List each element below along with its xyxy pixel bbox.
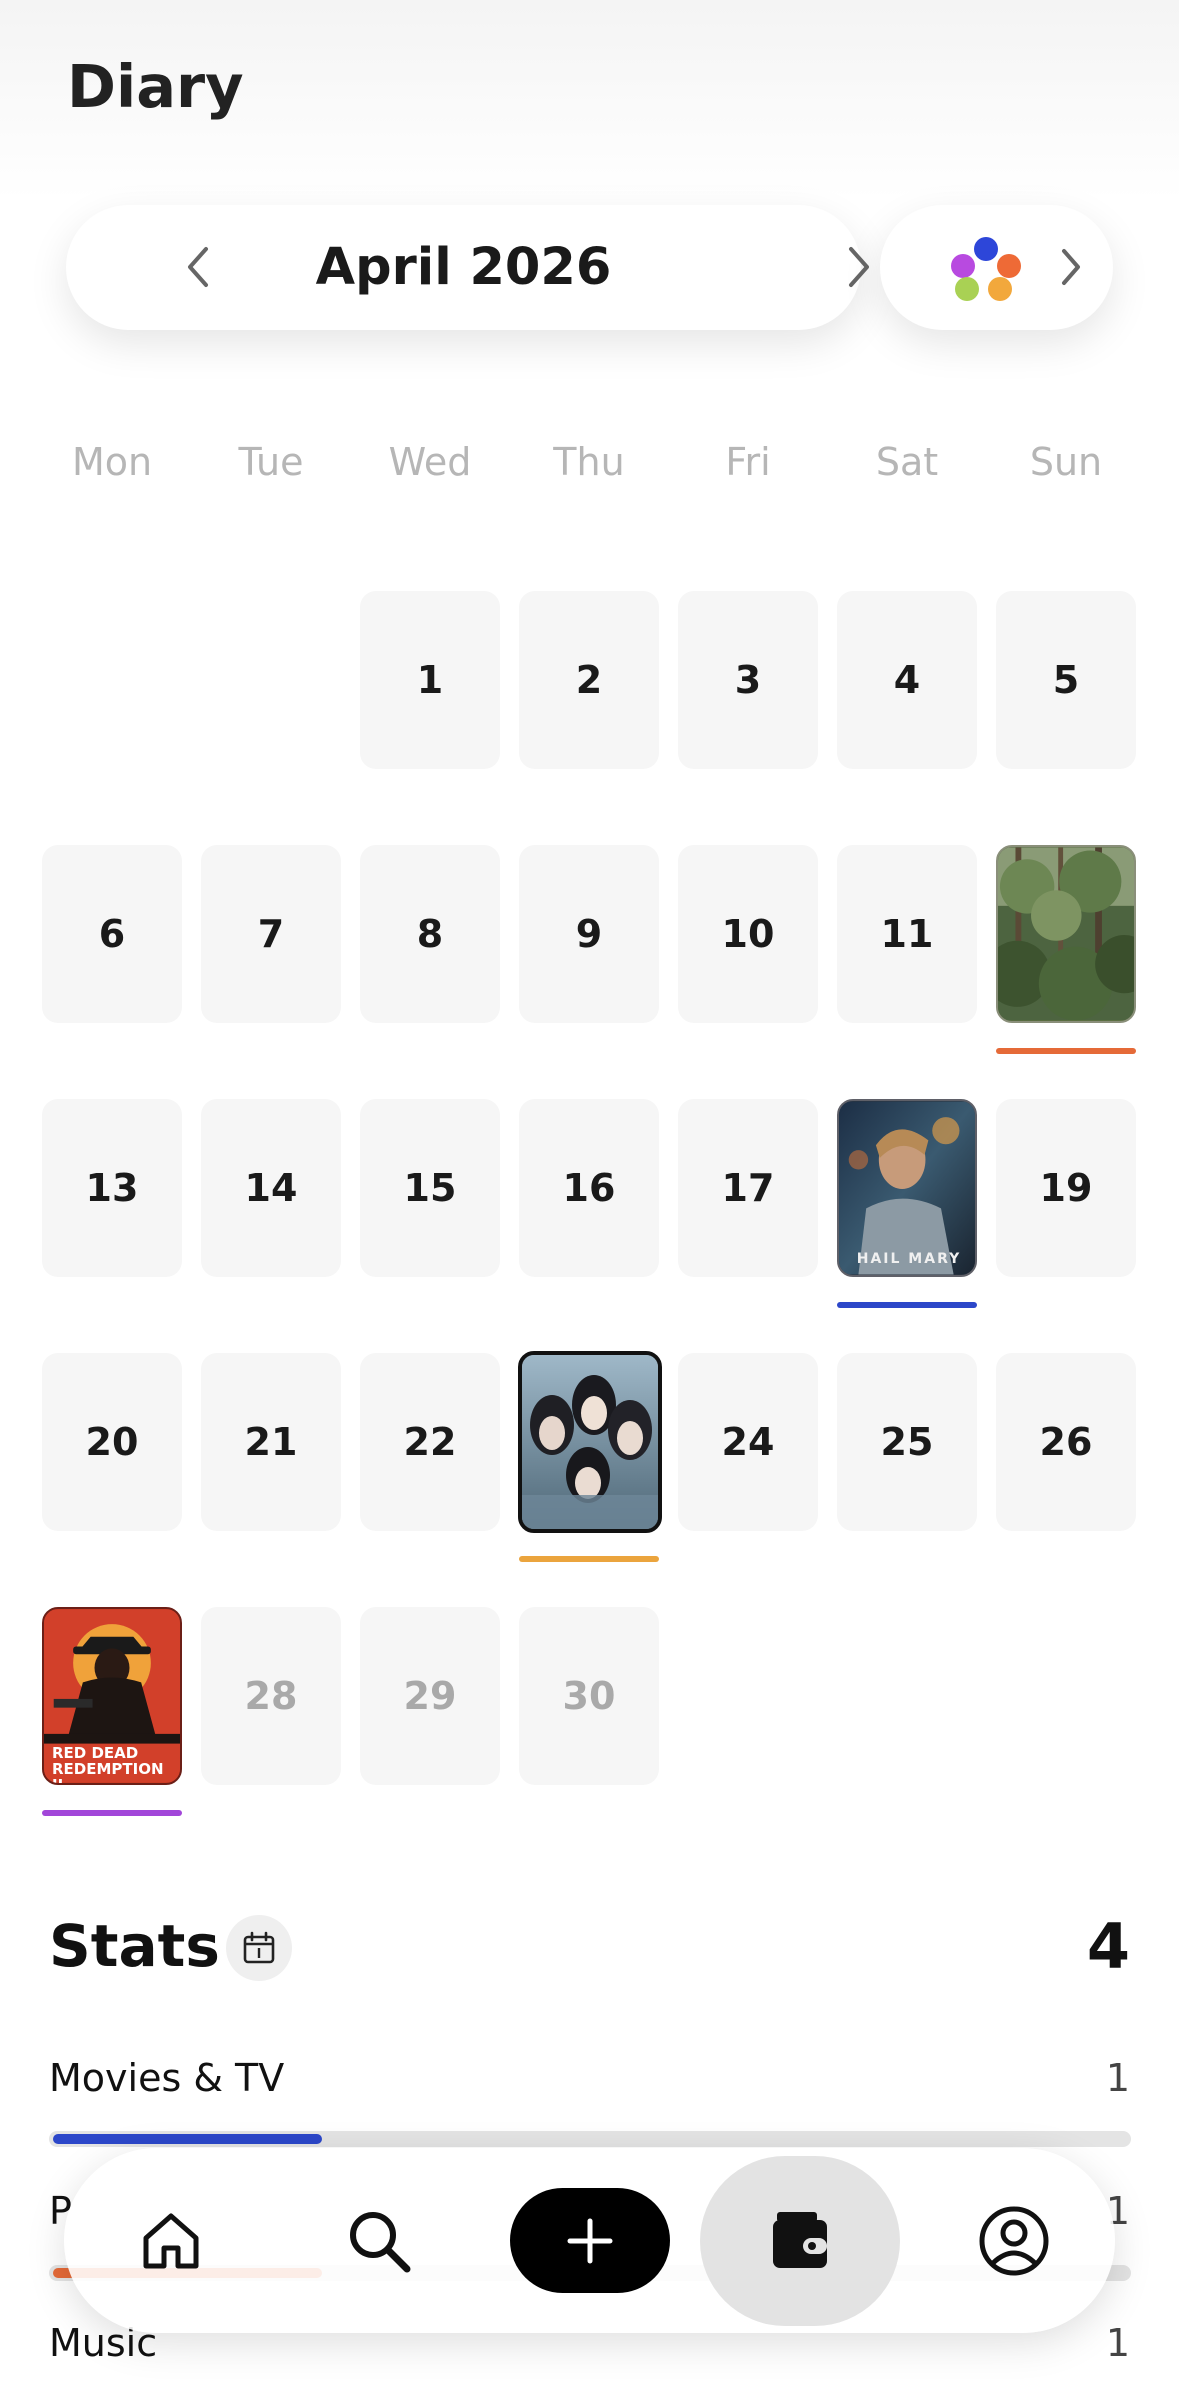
diary-icon — [773, 2212, 827, 2268]
calendar-day[interactable]: 6 — [42, 845, 182, 1023]
profile-icon[interactable] — [969, 2196, 1059, 2286]
weekday-label: Tue — [238, 440, 304, 484]
calendar-day-entry[interactable]: RED DEAD REDEMPTION II — [42, 1607, 182, 1785]
calendar-day[interactable]: 30 — [519, 1607, 659, 1785]
calendar-day[interactable]: 22 — [360, 1353, 500, 1531]
diary-tab[interactable] — [700, 2156, 900, 2326]
weekday-label: Fri — [725, 440, 771, 484]
category-dots-icon — [951, 237, 1021, 301]
search-icon[interactable] — [334, 2196, 424, 2286]
calendar-day[interactable]: 2 — [519, 591, 659, 769]
stat-progress-fill — [53, 2134, 322, 2144]
poster-title: RED DEAD REDEMPTION II — [52, 1744, 164, 1785]
entry-indicator — [996, 1048, 1136, 1054]
add-button[interactable] — [510, 2188, 670, 2293]
weekday-label: Mon — [71, 440, 153, 484]
stats-title: Stats — [49, 1912, 220, 1980]
calendar-day[interactable]: 13 — [42, 1099, 182, 1277]
calendar-day[interactable]: 17 — [678, 1099, 818, 1277]
calendar-day[interactable]: 3 — [678, 591, 818, 769]
calendar-day[interactable]: 7 — [201, 845, 341, 1023]
calendar-day[interactable]: 5 — [996, 591, 1136, 769]
chevron-right-icon — [1059, 245, 1083, 293]
calendar-day[interactable]: 1 — [360, 591, 500, 769]
weekday-label: Sat — [875, 440, 939, 484]
home-icon[interactable] — [126, 2196, 216, 2286]
calendar-day[interactable]: 10 — [678, 845, 818, 1023]
weekday-label: Thu — [553, 440, 625, 484]
bottom-navigation — [64, 2148, 1115, 2333]
stats-total: 4 — [1086, 1910, 1130, 1983]
calendar-day[interactable]: 16 — [519, 1099, 659, 1277]
calendar-day[interactable]: 19 — [996, 1099, 1136, 1277]
calendar-day[interactable]: 14 — [201, 1099, 341, 1277]
page-title: Diary — [67, 52, 244, 121]
weekday-label: Wed — [388, 440, 472, 484]
calendar-day[interactable]: 15 — [360, 1099, 500, 1277]
poster-title: HAIL MARY — [856, 1251, 962, 1267]
stat-progress-bar — [49, 2131, 1131, 2147]
weekday-label: Sun — [1029, 440, 1103, 484]
month-label: April 2026 — [315, 238, 612, 297]
group-photo — [522, 1355, 658, 1529]
entry-indicator — [837, 1302, 977, 1308]
plus-icon — [567, 2218, 613, 2263]
calendar-day[interactable]: 24 — [678, 1353, 818, 1531]
stat-count: 1 — [1105, 2056, 1130, 2100]
calendar-icon[interactable] — [226, 1915, 292, 1981]
calendar-day[interactable]: 20 — [42, 1353, 182, 1531]
calendar-day[interactable]: 8 — [360, 845, 500, 1023]
entry-indicator — [42, 1810, 182, 1816]
calendar-day[interactable]: 25 — [837, 1353, 977, 1531]
calendar-day[interactable]: 4 — [837, 591, 977, 769]
month-selector: April 2026 — [66, 205, 869, 330]
stat-label: Movies & TV — [49, 2056, 285, 2100]
calendar-day-entry[interactable] — [518, 1351, 662, 1533]
calendar-day[interactable]: 29 — [360, 1607, 500, 1785]
calendar-day[interactable]: 28 — [201, 1607, 341, 1785]
forest-photo — [998, 847, 1134, 1021]
calendar-day[interactable]: 26 — [996, 1353, 1136, 1531]
calendar-day[interactable]: 9 — [519, 845, 659, 1023]
calendar-day-entry[interactable]: HAIL MARY — [837, 1099, 977, 1277]
calendar-day[interactable]: 21 — [201, 1353, 341, 1531]
calendar-day-entry[interactable] — [996, 845, 1136, 1023]
entry-indicator — [519, 1556, 659, 1562]
category-filter-button[interactable] — [880, 205, 1113, 330]
calendar-day[interactable]: 11 — [837, 845, 977, 1023]
